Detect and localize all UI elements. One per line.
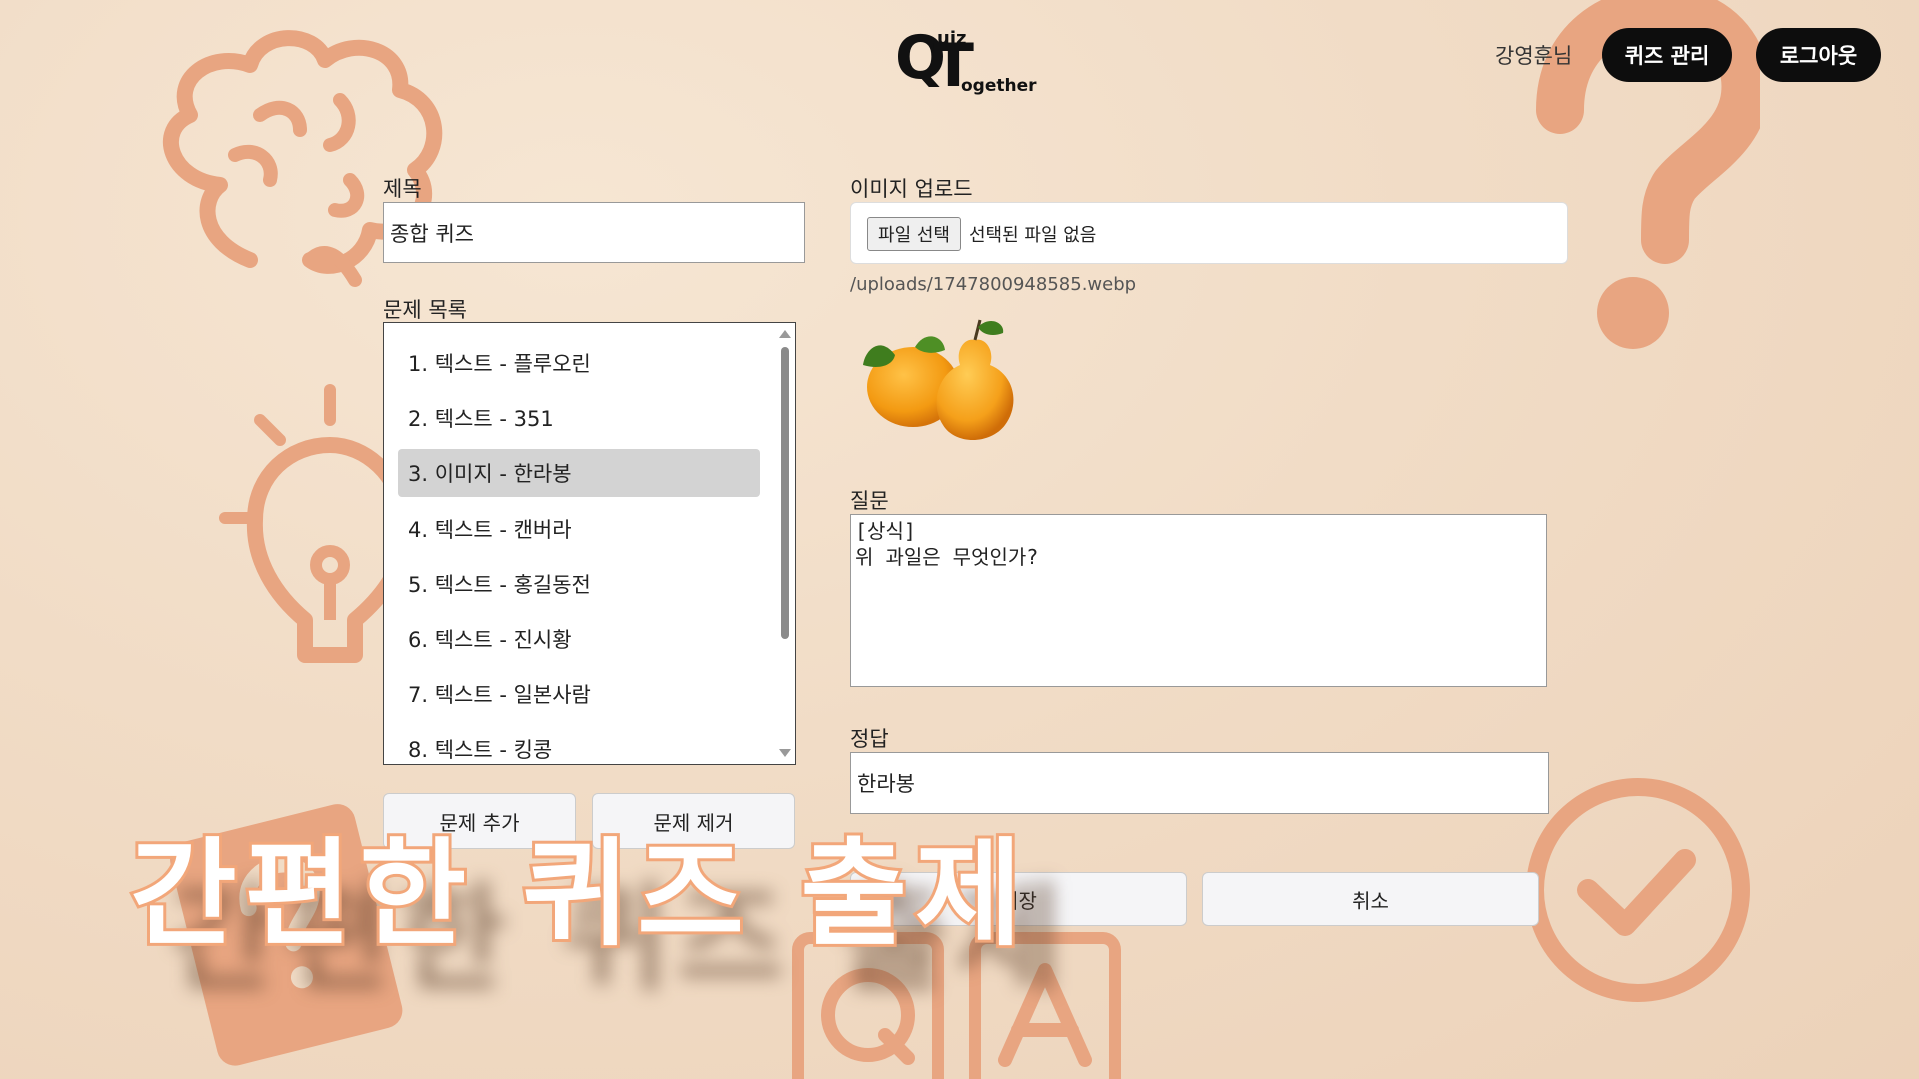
answer-input-value: 한라봉 [857, 772, 915, 796]
scroll-down-arrow-icon[interactable] [779, 749, 791, 757]
quiz-manage-button[interactable]: 퀴즈 관리 [1602, 28, 1732, 82]
question-list-item-6[interactable]: 6. 텍스트 - 진시황 [398, 615, 760, 663]
question-list-item-8[interactable]: 8. 텍스트 - 킹콩 [398, 725, 760, 764]
checkmark-circle-icon [1520, 775, 1760, 1015]
question-list[interactable]: 1. 텍스트 - 플루오린 2. 텍스트 - 351 3. 이미지 - 한라봉 … [383, 322, 796, 765]
title-label: 제목 [383, 177, 422, 201]
question-list-item-7[interactable]: 7. 텍스트 - 일본사람 [398, 670, 760, 718]
image-upload-label: 이미지 업로드 [850, 177, 973, 201]
question-list-item-5[interactable]: 5. 텍스트 - 홍길동전 [398, 560, 760, 608]
question-list-item-1[interactable]: 1. 텍스트 - 플루오린 [398, 339, 760, 387]
question-list-item-4[interactable]: 4. 텍스트 - 캔버라 [398, 505, 760, 553]
title-input-value: 종합 퀴즈 [390, 221, 474, 246]
question-list-item-3[interactable]: 3. 이미지 - 한라봉 [398, 449, 760, 497]
quiz-together-logo[interactable]: Q uiz T ogether [895, 28, 1037, 98]
hallabong-image [855, 315, 1035, 450]
scroll-up-arrow-icon[interactable] [779, 330, 791, 338]
file-upload-field[interactable]: 파일 선택 선택된 파일 없음 [850, 202, 1568, 264]
choose-file-button[interactable]: 파일 선택 [867, 217, 961, 251]
question-textarea[interactable]: [상식] 위 과일은 무엇인가? [850, 514, 1547, 687]
promo-title: 간편한 퀴즈 출제 [127, 824, 1030, 965]
question-label: 질문 [850, 489, 889, 513]
user-greeting: 강영훈님 [1495, 44, 1573, 68]
cancel-button[interactable]: 취소 [1202, 872, 1539, 926]
title-input[interactable]: 종합 퀴즈 [383, 202, 805, 263]
file-status-text: 선택된 파일 없음 [969, 225, 1097, 246]
scroll-thumb[interactable] [781, 347, 789, 639]
logout-button[interactable]: 로그아웃 [1756, 28, 1881, 82]
question-list-scrollbar[interactable] [777, 325, 793, 762]
question-list-item-2[interactable]: 2. 텍스트 - 351 [398, 394, 760, 442]
upload-path-text: /uploads/1747800948585.webp [850, 274, 1137, 295]
logo-ogether: ogether [961, 76, 1037, 96]
answer-label: 정답 [850, 727, 889, 751]
question-list-label: 문제 목록 [383, 298, 467, 322]
